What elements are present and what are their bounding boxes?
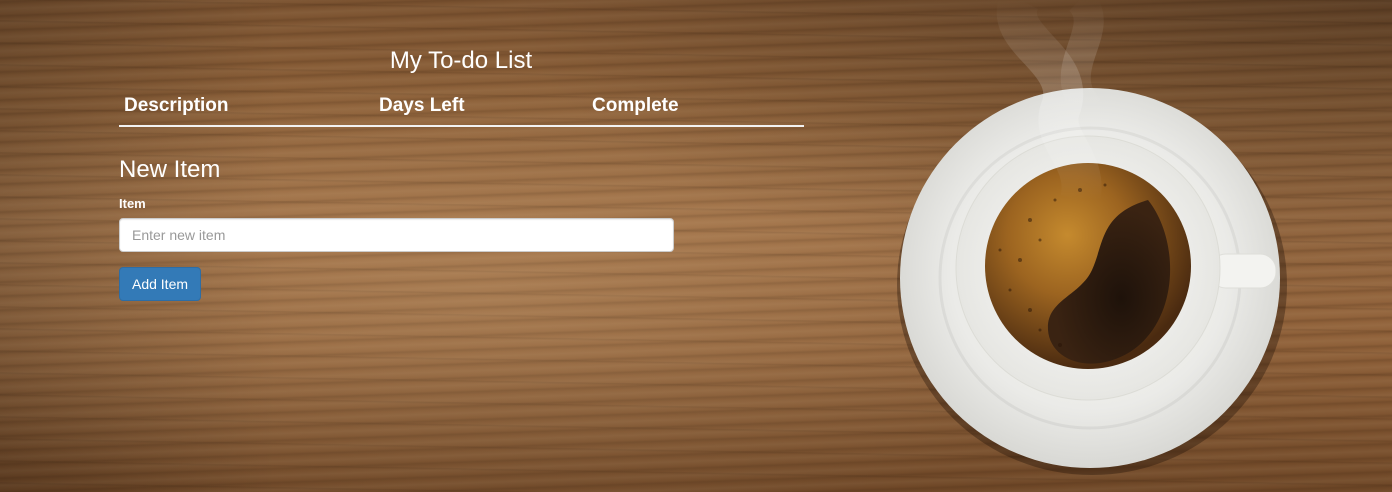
coffee-cup-image — [897, 0, 1287, 475]
item-label: Item — [119, 196, 146, 211]
column-header-complete: Complete — [592, 95, 679, 116]
page-title: My To-do List — [389, 47, 533, 74]
new-item-input[interactable] — [119, 218, 674, 252]
add-item-button[interactable]: Add Item — [119, 267, 201, 301]
column-header-days-left: Days Left — [379, 95, 465, 116]
new-item-heading: New Item — [119, 156, 221, 183]
todo-table-header: Description Days Left Complete — [119, 88, 804, 127]
column-header-description: Description — [124, 95, 229, 116]
